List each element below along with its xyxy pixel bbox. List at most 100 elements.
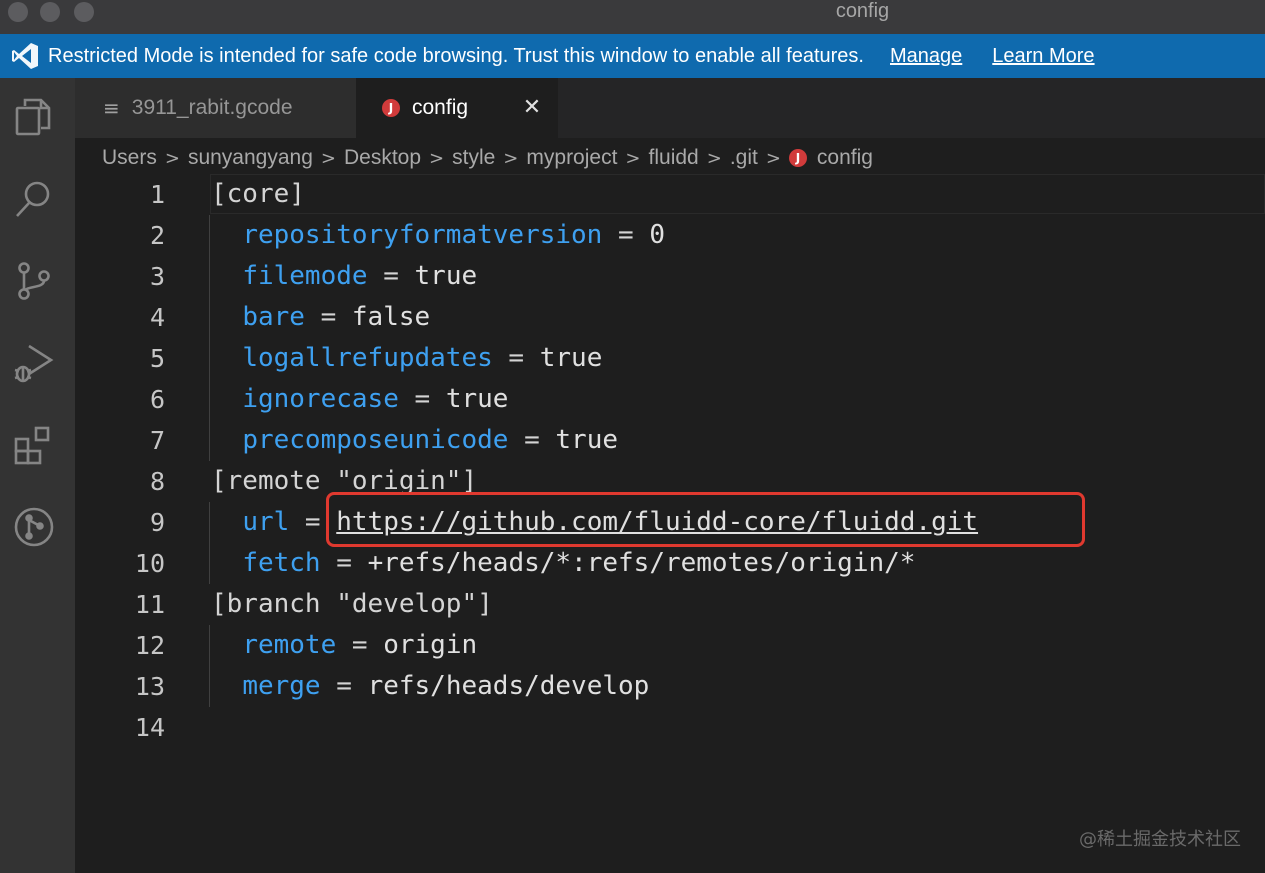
chevron-right-icon: >: [625, 147, 641, 169]
vscode-window: config Restricted Mode is intended for s…: [0, 0, 1265, 873]
operator: =: [398, 384, 446, 414]
code-line: 14: [75, 707, 1265, 748]
line-number: 10: [134, 549, 165, 578]
breadcrumb: Users > sunyangyang > Desktop > style > …: [102, 142, 873, 174]
code-editor[interactable]: 1 [core] 2 repositoryformatversion = 0 3…: [75, 174, 1265, 873]
config-value: true: [555, 425, 619, 455]
config-value: 0: [649, 220, 665, 250]
editor-tab-bar: ≡ 3911_rabit.gcode J config ✕: [75, 78, 1265, 138]
code-line: 4 bare = false: [75, 297, 1265, 338]
breadcrumb-item[interactable]: .git: [730, 146, 758, 170]
close-tab-icon[interactable]: ✕: [520, 96, 544, 120]
operator: =: [508, 425, 556, 455]
title-bar: config: [0, 0, 1265, 34]
line-number: 5: [149, 344, 165, 373]
code-line: 5 logallrefupdates = true: [75, 338, 1265, 379]
operator: =: [336, 630, 384, 660]
code-text: merge = refs/heads/develop: [211, 666, 649, 707]
code-text: [core]: [211, 174, 305, 215]
code-text: [branch "develop"]: [211, 584, 493, 625]
vscode-logo-icon: [12, 43, 38, 69]
line-number: 13: [134, 672, 165, 701]
line-number: 11: [134, 590, 165, 619]
chevron-right-icon: >: [164, 147, 180, 169]
config-value: true: [539, 343, 603, 373]
code-line: 3 filemode = true: [75, 256, 1265, 297]
config-key: ignorecase: [242, 384, 399, 414]
code-line: 10 fetch = +refs/heads/*:refs/remotes/or…: [75, 543, 1265, 584]
source-control-icon[interactable]: [11, 258, 57, 304]
breadcrumb-item[interactable]: style: [452, 146, 495, 170]
manage-link[interactable]: Manage: [890, 45, 962, 68]
line-number: 1: [149, 180, 165, 209]
line-number: 2: [149, 221, 165, 250]
watermark: @稀土掘金技术社区: [1079, 829, 1241, 850]
code-line: 1 [core]: [75, 174, 1265, 215]
code-line: 13 merge = refs/heads/develop: [75, 666, 1265, 707]
config-key: remote: [242, 630, 337, 660]
config-key: filemode: [242, 261, 368, 291]
banner-message: Restricted Mode is intended for safe cod…: [48, 44, 864, 67]
code-line: 6 ignorecase = true: [75, 379, 1265, 420]
config-key: bare: [242, 302, 305, 332]
chevron-right-icon: >: [320, 147, 336, 169]
j-badge-icon: J: [788, 149, 807, 167]
code-text: remote = origin: [211, 625, 477, 666]
tab-config[interactable]: J config ✕: [356, 78, 558, 138]
section-header: [core]: [211, 179, 305, 209]
breadcrumb-item[interactable]: config: [817, 146, 873, 170]
breadcrumb-item[interactable]: fluidd: [649, 146, 699, 170]
line-number: 4: [149, 303, 165, 332]
line-number: 3: [149, 262, 165, 291]
operator: =: [320, 548, 368, 578]
config-value: true: [445, 384, 509, 414]
line-number: 12: [134, 631, 165, 660]
code-line: 11 [branch "develop"]: [75, 584, 1265, 625]
line-number: 14: [134, 713, 165, 742]
restricted-mode-banner: Restricted Mode is intended for safe cod…: [0, 34, 1265, 78]
code-line: 12 remote = origin: [75, 625, 1265, 666]
config-key: url: [242, 507, 290, 537]
learn-more-link[interactable]: Learn More: [992, 45, 1094, 68]
chevron-right-icon: >: [429, 147, 445, 169]
config-key: fetch: [242, 548, 321, 578]
operator: =: [304, 302, 352, 332]
breadcrumb-item[interactable]: myproject: [526, 146, 617, 170]
config-value: +refs/heads/*:refs/remotes/origin/*: [367, 548, 916, 578]
operator: =: [367, 261, 415, 291]
chevron-right-icon: >: [706, 147, 722, 169]
extensions-icon[interactable]: [11, 422, 57, 468]
code-text: bare = false: [211, 297, 430, 338]
operator: =: [320, 671, 368, 701]
config-value: false: [351, 302, 431, 332]
git-graph-icon[interactable]: [11, 504, 57, 550]
code-text: logallrefupdates = true: [211, 338, 602, 379]
tab-label: 3911_rabit.gcode: [131, 96, 293, 119]
breadcrumb-item[interactable]: sunyangyang: [188, 146, 313, 170]
section-header: [branch "develop"]: [211, 589, 493, 619]
code-line: 7 precomposeunicode = true: [75, 420, 1265, 461]
code-line: 2 repositoryformatversion = 0: [75, 215, 1265, 256]
j-badge-icon: J: [382, 99, 400, 117]
config-key: repositoryformatversion: [242, 220, 603, 250]
line-number: 9: [149, 508, 165, 537]
lines-icon: ≡: [103, 96, 120, 120]
tab-label: config: [412, 96, 469, 119]
chevron-right-icon: >: [503, 147, 519, 169]
config-key: logallrefupdates: [242, 343, 493, 373]
line-number: 7: [149, 426, 165, 455]
breadcrumb-item[interactable]: Users: [102, 146, 157, 170]
config-key: merge: [242, 671, 321, 701]
search-icon[interactable]: [11, 176, 57, 222]
line-number: 6: [149, 385, 165, 414]
run-debug-icon[interactable]: [11, 340, 57, 386]
code-text: ignorecase = true: [211, 379, 508, 420]
breadcrumb-item[interactable]: Desktop: [344, 146, 421, 170]
explorer-icon[interactable]: [11, 94, 57, 140]
tab-3911-rabit-gcode[interactable]: ≡ 3911_rabit.gcode: [75, 78, 356, 138]
code-text: repositoryformatversion = 0: [211, 215, 665, 256]
config-key: precomposeunicode: [242, 425, 509, 455]
chevron-right-icon: >: [765, 147, 781, 169]
window-title: config: [835, 0, 890, 22]
url-highlight-box: [326, 492, 1085, 547]
